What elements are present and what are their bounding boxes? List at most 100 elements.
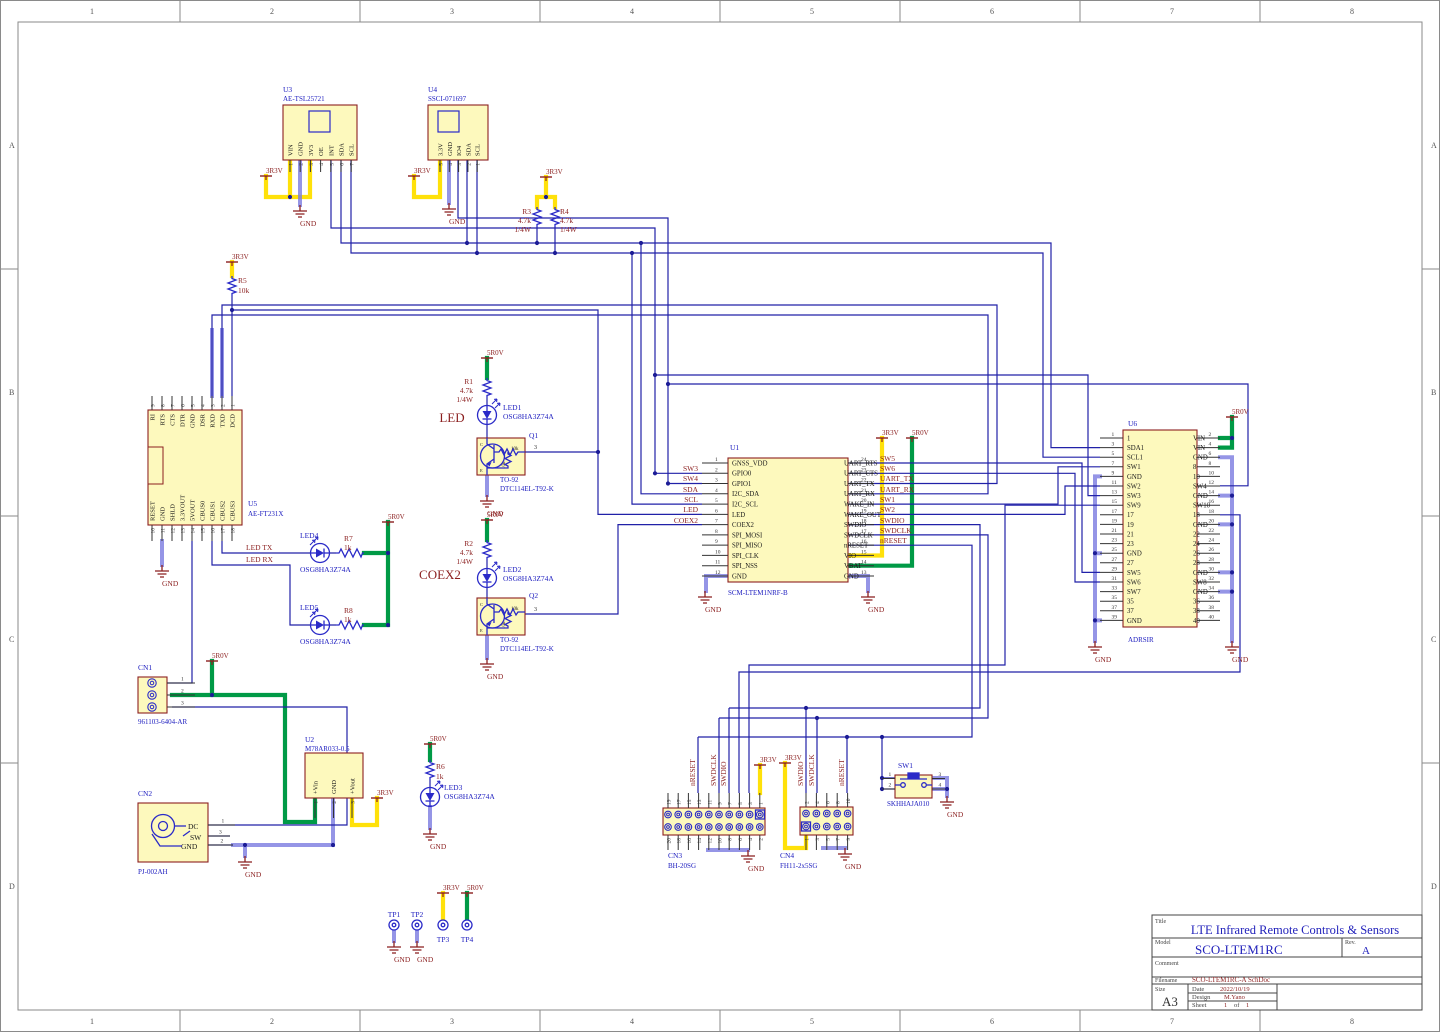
- pin-number: 39: [1112, 614, 1118, 620]
- pin-name: VIN: [1193, 435, 1205, 442]
- component-part: FH11-2x5SG: [780, 862, 817, 870]
- pin-name: SW3: [1127, 493, 1141, 500]
- net-label: 10k: [238, 286, 250, 295]
- net-label: LED TX: [246, 543, 273, 552]
- pin-name: 26: [1193, 551, 1200, 558]
- net-label: 4.7k: [460, 548, 473, 557]
- pin-number: 27: [1112, 557, 1118, 563]
- component-text: C: [480, 602, 483, 607]
- power-flag-3R3V: 3R3V: [226, 253, 249, 266]
- net-label: 1/4W: [456, 395, 474, 404]
- pin-name: GND: [298, 142, 305, 156]
- net-label: nRESET: [688, 759, 697, 786]
- net-label: COEX2: [419, 567, 461, 582]
- model-label: Model: [1155, 940, 1171, 946]
- filename-label: Filename: [1155, 978, 1178, 984]
- pin-name: GND: [1127, 474, 1142, 481]
- border-column-label: 5: [810, 7, 814, 16]
- net-label: nRESET: [880, 536, 907, 545]
- net-label: SW1: [880, 495, 895, 504]
- pin-number: 15: [201, 528, 207, 534]
- net-label: R7: [344, 534, 353, 543]
- net-label: 1/4W: [514, 225, 532, 234]
- ground-symbol: GND: [480, 495, 504, 518]
- net-label: OSG8HA3Z74A: [503, 574, 554, 583]
- power-flag-3R3V: 3R3V: [754, 756, 777, 769]
- led3-symbol: [421, 781, 444, 807]
- pin-name: GND: [1193, 589, 1208, 596]
- pin-name: GND: [1193, 570, 1208, 577]
- pin-number: 7: [1112, 461, 1115, 467]
- component-ref: U1: [730, 443, 739, 452]
- component-ref: CN4: [780, 851, 794, 860]
- net-label: OSG8HA3Z74A: [300, 565, 351, 574]
- Q1-body[interactable]: [477, 438, 525, 475]
- pin-number: 9: [1112, 470, 1115, 476]
- pin-number: 11: [707, 799, 713, 805]
- pin-number: 6: [181, 404, 187, 407]
- component-part: SCM-LTEM1NRF-B: [728, 589, 788, 597]
- net-label: SWDCLK: [709, 754, 718, 786]
- net-label: OSG8HA3Z74A: [503, 412, 554, 421]
- sheet-title: LTE Infrared Remote Controls & Sensors: [1191, 923, 1399, 937]
- pin-number: 6: [825, 801, 831, 804]
- net-label: TP3: [437, 935, 450, 944]
- pin-number: 23: [1112, 538, 1118, 544]
- pin-number: 10: [1209, 470, 1215, 476]
- pin-name: 23: [1127, 541, 1134, 548]
- pin-number: 14: [1209, 490, 1215, 496]
- tp1-testpoint: [389, 920, 399, 930]
- ground-symbol: GND: [838, 848, 862, 871]
- net-label: SW2: [880, 505, 895, 514]
- pin-number: 1: [181, 677, 184, 683]
- pin-number: 13: [697, 799, 703, 805]
- pin-name: 22: [1193, 531, 1200, 538]
- pin-number: 2: [466, 163, 472, 166]
- pin-number: 5: [191, 404, 197, 407]
- CN3-body[interactable]: [663, 808, 765, 835]
- sheet-of-label: of: [1234, 1002, 1240, 1009]
- pin-name: SDA: [339, 143, 346, 156]
- design-label: Design: [1192, 994, 1211, 1001]
- pin-name: SW9: [1127, 503, 1141, 510]
- pin-number: 18: [1209, 509, 1215, 515]
- comment-label: Comment: [1155, 961, 1179, 967]
- power-label: 3R3V: [443, 884, 460, 892]
- pin-number: 8: [836, 801, 842, 804]
- border-column-label: 4: [630, 1017, 634, 1026]
- pin-name: 38: [1193, 608, 1200, 615]
- component-text: TO-92: [500, 636, 519, 644]
- pin-name: SPI_CLK: [732, 553, 759, 560]
- component-ref: Q1: [529, 431, 538, 440]
- net-label: 1k: [344, 543, 352, 552]
- power-flag-3R3V: 3R3V: [540, 168, 563, 181]
- tp3-testpoint: [438, 920, 448, 930]
- pin-name: 36: [1193, 599, 1200, 606]
- pin-number: 11: [1112, 480, 1118, 486]
- pin-number: 10: [846, 798, 852, 804]
- border-column-label: 3: [450, 7, 454, 16]
- border-column-label: 6: [990, 1017, 994, 1026]
- net-label: OSG8HA3Z74A: [300, 637, 351, 646]
- Q2-body[interactable]: [477, 598, 525, 635]
- pin-number: 20: [667, 838, 673, 844]
- pin-number: 5: [825, 838, 831, 841]
- component-ref: CN2: [138, 789, 152, 798]
- pin-name: CBUS1: [210, 501, 217, 521]
- pin-number: 9: [715, 539, 718, 545]
- net-label: SWDIO: [719, 761, 728, 786]
- pin-number: 35: [1112, 595, 1118, 601]
- pin-number: 17: [1112, 509, 1118, 515]
- pin-number: 1: [805, 838, 811, 841]
- pin-name: VIN: [1193, 445, 1205, 452]
- net-label: LED: [683, 505, 698, 514]
- pin-name: 8: [1193, 464, 1197, 471]
- border-column-label: 8: [1350, 7, 1354, 16]
- border-column-label: 4: [630, 7, 634, 16]
- gnd-label: GND: [245, 870, 262, 879]
- border-column-label: 5: [810, 1017, 814, 1026]
- CN1-body[interactable]: [138, 677, 167, 713]
- power-label: 3R3V: [266, 167, 283, 175]
- pin-number: 5: [738, 802, 744, 805]
- junction-dots: [210, 195, 1234, 847]
